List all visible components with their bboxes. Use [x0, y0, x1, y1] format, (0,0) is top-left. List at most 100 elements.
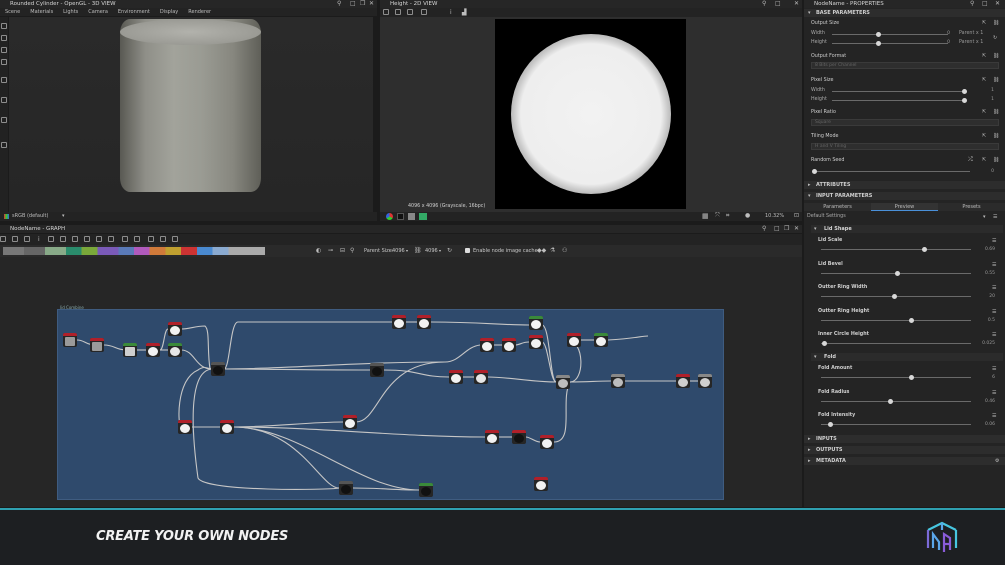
random-seed-slider[interactable]	[814, 171, 970, 172]
graph-node[interactable]	[417, 315, 431, 329]
pixel-height-value[interactable]: 1	[974, 97, 994, 102]
pixel-width-value[interactable]: 1	[974, 88, 994, 93]
output-height-knob[interactable]	[875, 41, 881, 46]
expose-icon[interactable]: ⇱	[982, 109, 986, 115]
chevron-down-icon[interactable]: ▾	[808, 193, 811, 199]
graph-node[interactable]	[392, 315, 406, 329]
graph-node[interactable]	[529, 335, 543, 349]
lid_shape-param-1-knob[interactable]	[895, 270, 900, 276]
lid-shape-group-header[interactable]: ▾ Lid Shape	[811, 225, 1003, 233]
output-width-value[interactable]: 0	[930, 31, 950, 36]
graph-node[interactable]	[480, 338, 494, 352]
output-width-knob[interactable]	[875, 32, 881, 37]
lid_shape-param-4-value[interactable]: 0.025	[975, 341, 995, 346]
pixel-width-slider[interactable]	[832, 91, 964, 92]
output-height-mode[interactable]: Parent x 1	[959, 40, 983, 45]
param-menu-icon[interactable]: ☰	[992, 262, 996, 268]
param-menu-icon[interactable]: ☰	[992, 390, 996, 396]
chevron-right-icon[interactable]: ▸	[808, 458, 811, 464]
param-menu-icon[interactable]: ☰	[992, 238, 996, 244]
graph-node[interactable]	[449, 370, 463, 384]
link-icon[interactable]: ⛓	[993, 20, 999, 26]
graph-node[interactable]	[146, 343, 160, 357]
graph-node[interactable]	[343, 415, 357, 429]
preset-select[interactable]: Default Settings	[807, 214, 846, 219]
chevron-right-icon[interactable]: ▸	[808, 436, 811, 442]
graph-node[interactable]	[556, 375, 570, 389]
chevron-down-icon[interactable]: ▾	[983, 214, 986, 220]
pixel-height-knob[interactable]	[961, 98, 967, 103]
fold-param-2-slider[interactable]	[821, 424, 971, 425]
output-width-mode[interactable]: Parent x 1	[959, 31, 983, 36]
fold-param-1-knob[interactable]	[887, 398, 893, 404]
close-icon[interactable]: ✕	[995, 1, 1000, 7]
chevron-right-icon[interactable]: ▸	[808, 447, 811, 453]
tiling-mode-select[interactable]: H and V Tiling	[811, 143, 999, 150]
graph-node[interactable]	[502, 338, 516, 352]
lid_shape-param-1-value[interactable]: 0.55	[975, 271, 995, 276]
fold-param-2-value[interactable]: 0.06	[975, 422, 995, 427]
output-format-select[interactable]: 8 Bits per Channel	[811, 62, 999, 69]
expose-icon[interactable]: ⇱	[982, 157, 986, 163]
lid_shape-param-2-value[interactable]: 20	[975, 294, 995, 299]
param-menu-icon[interactable]: ☰	[992, 285, 996, 291]
fold-param-0-knob[interactable]	[908, 375, 914, 380]
graph-node[interactable]	[512, 430, 526, 444]
fold-param-2-knob[interactable]	[827, 422, 833, 427]
graph-node[interactable]	[534, 477, 548, 491]
link-icon[interactable]: ⛓	[993, 53, 999, 59]
output-height-value[interactable]: 0	[930, 40, 950, 45]
graph-node[interactable]	[63, 333, 77, 347]
graph-node[interactable]	[370, 363, 384, 377]
expose-icon[interactable]: ⇱	[982, 53, 986, 59]
pixel-ratio-select[interactable]: Square	[811, 119, 999, 126]
graph-node[interactable]	[676, 374, 690, 388]
maximize-icon[interactable]: □	[982, 1, 988, 7]
link-icon[interactable]: ⛓	[993, 109, 999, 115]
expose-icon[interactable]: ⇱	[982, 133, 986, 139]
graph-node[interactable]	[339, 481, 353, 495]
inputs-section[interactable]: INPUTS	[804, 435, 1005, 443]
gear-icon[interactable]: ⚙	[995, 458, 999, 464]
preset-menu-icon[interactable]: ☰	[993, 214, 997, 220]
link-icon[interactable]: ⛓	[993, 77, 999, 83]
link-ratio-icon[interactable]: ↻	[993, 35, 997, 41]
graph-node[interactable]	[168, 322, 182, 336]
graph-node[interactable]	[220, 420, 234, 434]
fold-param-1-slider[interactable]	[821, 400, 971, 402]
attributes-section[interactable]: ATTRIBUTES	[804, 181, 1005, 189]
fold-param-1-value[interactable]: 0.46	[975, 399, 995, 404]
graph-node[interactable]	[474, 370, 488, 384]
shuffle-icon[interactable]: ⤮	[968, 157, 973, 163]
graph-node[interactable]	[594, 333, 608, 347]
expose-icon[interactable]: ⇱	[982, 20, 986, 26]
lid_shape-param-3-knob[interactable]	[908, 317, 914, 323]
fold-param-0-slider[interactable]	[821, 377, 971, 378]
link-icon[interactable]: ⛓	[993, 157, 999, 163]
fold-group-header[interactable]: ▾ Fold	[811, 353, 1003, 361]
lid_shape-param-3-value[interactable]: 0.5	[975, 318, 995, 323]
graph-node[interactable]	[419, 483, 433, 497]
param-menu-icon[interactable]: ☰	[992, 366, 996, 372]
link-icon[interactable]: ⛓	[993, 133, 999, 139]
lid_shape-param-4-knob[interactable]	[821, 341, 827, 346]
lid_shape-param-4-slider[interactable]	[821, 343, 971, 344]
pixel-width-knob[interactable]	[961, 89, 967, 94]
tab-presets[interactable]: Presets	[938, 203, 1005, 211]
graph-node[interactable]	[485, 430, 499, 444]
param-menu-icon[interactable]: ☰	[992, 309, 996, 315]
outputs-section[interactable]: OUTPUTS	[804, 446, 1005, 454]
graph-node[interactable]	[611, 374, 625, 388]
graph-node[interactable]	[567, 333, 581, 347]
random-seed-knob[interactable]	[811, 169, 817, 174]
chevron-right-icon[interactable]: ▸	[808, 182, 811, 188]
tab-preview[interactable]: Preview	[871, 203, 938, 211]
graph-node[interactable]	[540, 435, 554, 449]
graph-node[interactable]	[90, 338, 104, 352]
graph-node[interactable]	[211, 362, 225, 376]
pixel-height-slider[interactable]	[832, 100, 964, 101]
lid_shape-param-2-knob[interactable]	[892, 294, 897, 299]
param-menu-icon[interactable]: ☰	[992, 413, 996, 419]
fold-param-0-value[interactable]: 6	[975, 375, 995, 380]
random-seed-value[interactable]: 0	[974, 169, 994, 174]
